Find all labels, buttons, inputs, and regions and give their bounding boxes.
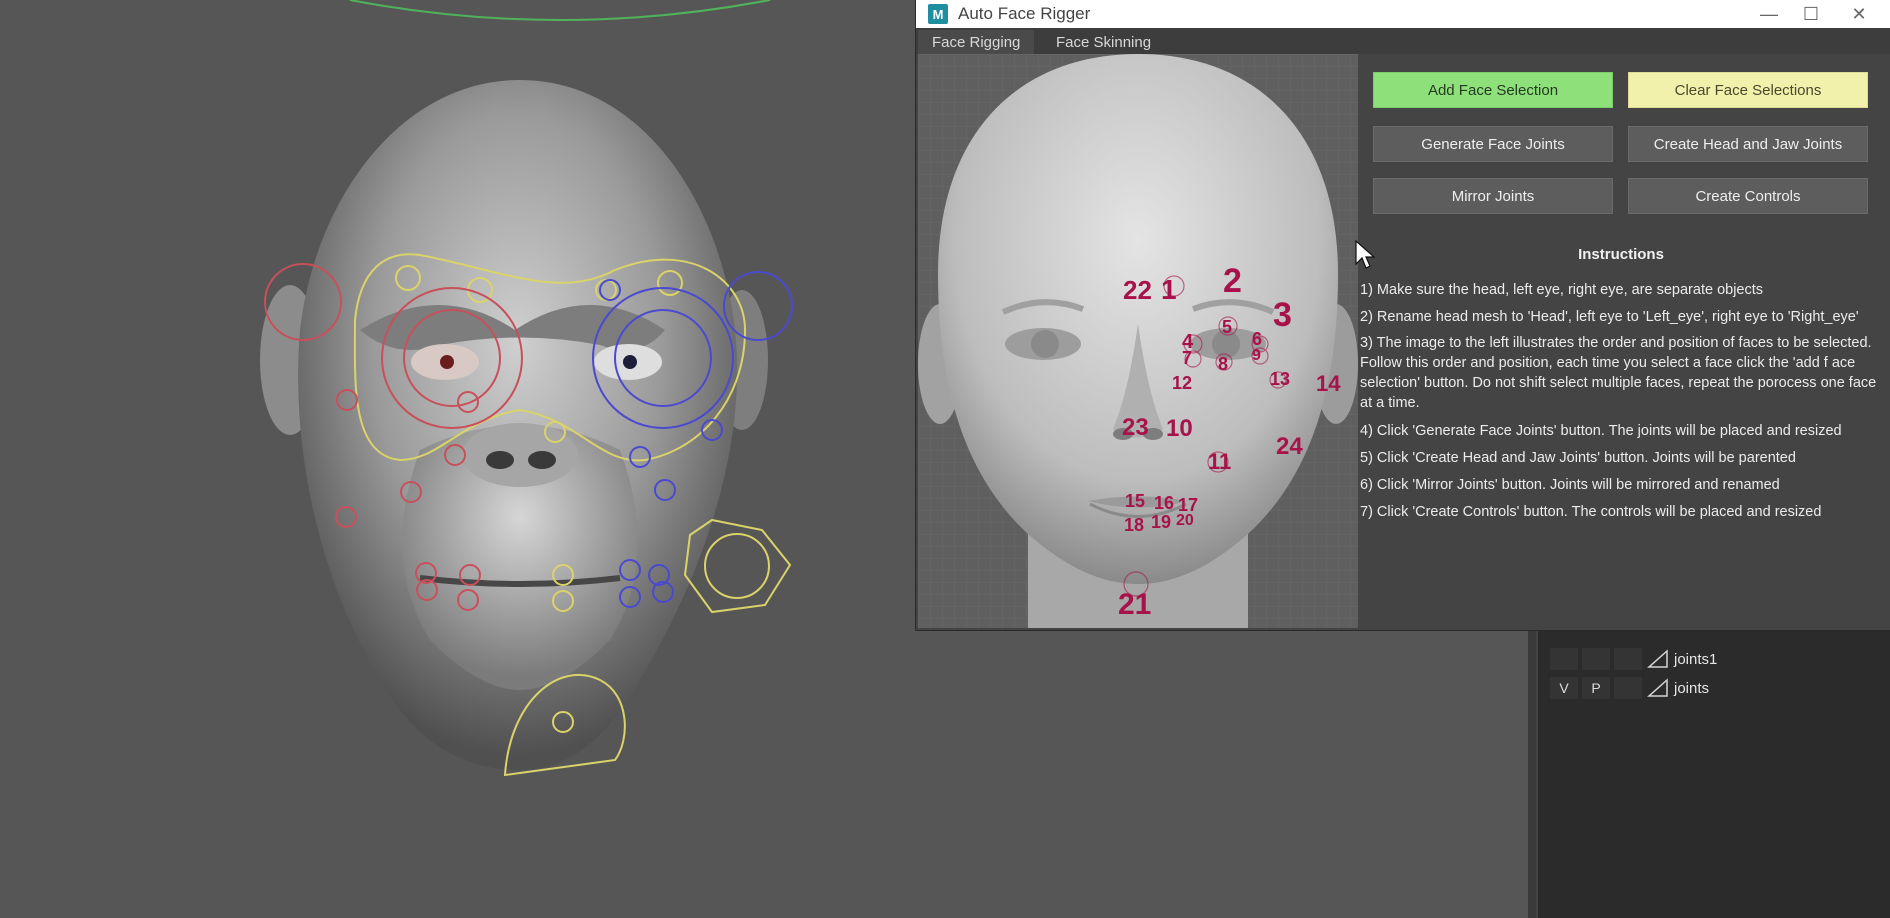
layer-editor-panel: joints1 V P joints xyxy=(1536,628,1890,918)
marker-2: 2 xyxy=(1223,262,1242,300)
visibility-toggle[interactable] xyxy=(1550,648,1578,670)
instruction-step: 6) Click 'Mirror Joints' button. Joints … xyxy=(1360,477,1780,493)
window-title: Auto Face Rigger xyxy=(958,4,1091,23)
layer-name: joints1 xyxy=(1674,650,1718,668)
layer-icon xyxy=(1646,677,1670,699)
marker-8: 8 xyxy=(1218,354,1228,374)
marker-10: 10 xyxy=(1166,415,1193,442)
marker-18: 18 xyxy=(1124,515,1144,535)
maya-app-icon: M xyxy=(928,4,948,24)
face-illustration: 1 2 3 4 5 6 7 8 9 10 11 12 13 14 15 16 1… xyxy=(918,54,1358,628)
instruction-step: 7) Click 'Create Controls' button. The c… xyxy=(1360,504,1822,520)
marker-3: 3 xyxy=(1273,296,1292,334)
window-titlebar[interactable]: M Auto Face Rigger — ☐ ✕ xyxy=(916,0,1890,28)
color-swatch[interactable] xyxy=(1614,648,1642,670)
instruction-step: 2) Rename head mesh to 'Head', left eye … xyxy=(1360,309,1859,325)
playback-toggle[interactable] xyxy=(1582,648,1610,670)
instruction-step: 1) Make sure the head, left eye, right e… xyxy=(1360,282,1764,298)
create-controls-button[interactable]: Create Controls xyxy=(1628,178,1868,214)
layer-row-joints[interactable]: V P joints xyxy=(1550,675,1709,701)
marker-16: 16 xyxy=(1154,493,1174,513)
auto-face-rigger-window: M Auto Face Rigger — ☐ ✕ Face Rigging Fa… xyxy=(916,0,1890,630)
instruction-step: 4) Click 'Generate Face Joints' button. … xyxy=(1360,423,1842,439)
mirror-joints-button[interactable]: Mirror Joints xyxy=(1373,178,1613,214)
marker-20: 20 xyxy=(1176,512,1194,529)
minimize-icon[interactable]: — xyxy=(1746,0,1792,28)
green-arc xyxy=(349,0,771,21)
create-head-and-jaw-joints-button[interactable]: Create Head and Jaw Joints xyxy=(1628,126,1868,162)
layer-row-joints1[interactable]: joints1 xyxy=(1550,646,1717,672)
marker-1: 1 xyxy=(1161,274,1177,305)
color-swatch[interactable] xyxy=(1614,677,1642,699)
tab-bar: Face Rigging Face Skinning xyxy=(916,28,1890,54)
panel-splitter[interactable] xyxy=(1528,628,1536,918)
marker-22: 22 xyxy=(1123,275,1152,305)
clear-face-selections-button[interactable]: Clear Face Selections xyxy=(1628,72,1868,108)
playback-toggle[interactable]: P xyxy=(1582,677,1610,699)
generate-face-joints-button[interactable]: Generate Face Joints xyxy=(1373,126,1613,162)
visibility-toggle[interactable]: V xyxy=(1550,677,1578,699)
face-reference-image: 1 2 3 4 5 6 7 8 9 10 11 12 13 14 15 16 1… xyxy=(918,54,1358,628)
mouse-cursor-icon xyxy=(1355,240,1375,269)
tab-face-skinning[interactable]: Face Skinning xyxy=(1042,30,1165,54)
marker-23: 23 xyxy=(1122,414,1149,441)
marker-14: 14 xyxy=(1316,371,1341,396)
tab-face-rigging[interactable]: Face Rigging xyxy=(918,30,1035,54)
marker-24: 24 xyxy=(1276,433,1303,460)
maximize-icon[interactable]: ☐ xyxy=(1788,0,1834,28)
instructions-heading: Instructions xyxy=(1578,246,1664,263)
instruction-step: 3) The image to the left illustrates the… xyxy=(1360,335,1877,411)
marker-12: 12 xyxy=(1172,373,1192,393)
layer-name: joints xyxy=(1674,679,1710,697)
marker-21: 21 xyxy=(1118,588,1151,621)
instruction-step: 5) Click 'Create Head and Jaw Joints' bu… xyxy=(1360,450,1796,466)
marker-15: 15 xyxy=(1125,491,1145,511)
layer-icon xyxy=(1646,648,1670,670)
close-icon[interactable]: ✕ xyxy=(1836,0,1882,28)
marker-19: 19 xyxy=(1151,512,1171,532)
add-face-selection-button[interactable]: Add Face Selection xyxy=(1373,72,1613,108)
